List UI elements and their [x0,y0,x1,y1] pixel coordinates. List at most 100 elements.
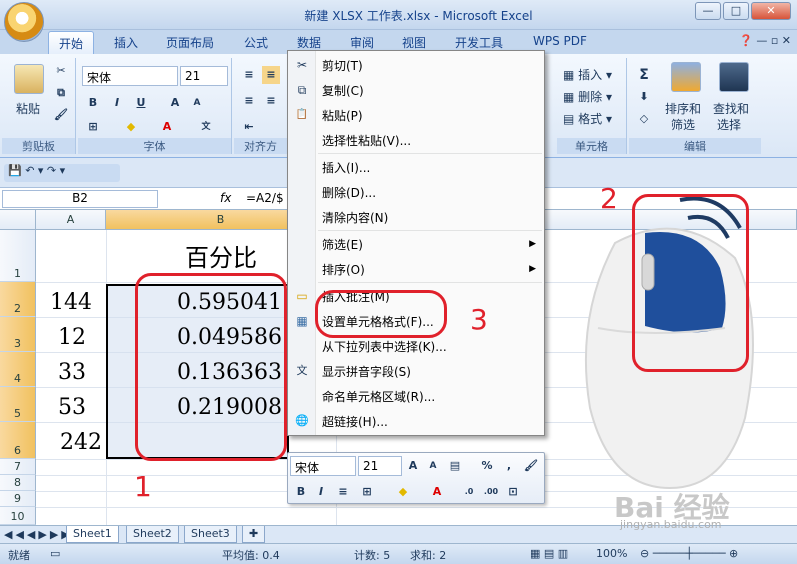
tab-developer[interactable]: 开发工具 [455,34,503,51]
bold-button[interactable]: B [84,94,102,112]
italic-button[interactable]: I [108,94,126,112]
tab-formulas[interactable]: 公式 [244,34,268,51]
mini-border-icon[interactable]: ⊞ [358,483,376,501]
shrink-font-button[interactable]: A [188,94,206,112]
close-button[interactable]: ✕ [751,2,791,20]
menu-item-pick-from-list[interactable]: 从下拉列表中选择(K)... [322,338,447,355]
view-normal-icon[interactable]: ▦ ▤ ▥ [530,547,568,560]
mini-comma-button[interactable]: , [500,457,518,475]
cut-icon[interactable]: ✂ [52,62,70,80]
row-header-10[interactable]: 10 [0,507,36,525]
macro-record-icon[interactable]: ▭ [50,547,60,560]
clear-icon[interactable]: ◇ [635,110,653,128]
cell-a3[interactable]: 12 [36,325,86,350]
tab-review[interactable]: 审阅 [350,34,374,51]
tab-insert[interactable]: 插入 [114,34,138,51]
mini-increase-decimal-icon[interactable]: .0 [460,483,478,501]
column-header-a[interactable]: A [36,210,106,230]
mini-percent-button[interactable]: % [478,457,496,475]
cell-a2[interactable]: 144 [36,290,92,315]
cell-a5[interactable]: 53 [36,395,86,420]
menu-item-paste[interactable]: 粘贴(P) [322,107,363,124]
mini-font-size-select[interactable]: 21 [358,456,402,476]
copy-icon[interactable]: ⧉ [52,84,70,102]
row-header-7[interactable]: 7 [0,459,36,475]
maximize-button[interactable]: □ [723,2,749,20]
quick-access-toolbar-2[interactable]: 💾 ↶ ▾ ↷ ▾ [4,164,120,182]
zoom-slider[interactable]: ⊖ ─────┼───── ⊕ [640,547,738,560]
menu-item-insert[interactable]: 插入(I)... [322,159,370,176]
sheet-tab-2[interactable]: Sheet2 [126,526,179,543]
format-painter-icon[interactable]: 🖌 [52,106,70,124]
row-header-8[interactable]: 8 [0,475,36,491]
minimize-button[interactable]: — [695,2,721,20]
tab-wps-pdf[interactable]: WPS PDF [533,34,587,48]
row-header-3[interactable]: 3 [0,317,36,352]
underline-button[interactable]: U [132,94,150,112]
row-header-1[interactable]: 1 [0,230,36,282]
mini-center-icon[interactable]: ≡ [334,483,352,501]
sheet-tab-1[interactable]: Sheet1 [66,526,119,543]
sheet-nav-buttons[interactable]: ◀◀◀▶▶▶ [4,528,73,541]
format-cells-button[interactable]: ▤ 格式 ▾ [563,110,612,127]
sort-filter-label-2[interactable]: 筛选 [671,116,695,133]
align-top-icon[interactable]: ≡ [240,66,258,84]
mini-cell-style-icon[interactable]: ▤ [446,457,464,475]
menu-item-hyperlink[interactable]: 超链接(H)... [322,413,388,430]
office-button[interactable] [4,2,44,42]
font-size-select[interactable]: 21 [180,66,228,86]
font-color-icon[interactable]: A [158,118,176,136]
sort-filter-icon[interactable] [671,62,701,92]
mini-grow-font-button[interactable]: A [404,457,422,475]
mini-shrink-font-button[interactable]: A [424,457,442,475]
row-header-6[interactable]: 6 [0,422,36,459]
mini-merge-icon[interactable]: ⊡ [504,483,522,501]
tab-page-layout[interactable]: 页面布局 [166,34,214,51]
find-select-label-1[interactable]: 查找和 [713,100,749,117]
paste-icon[interactable] [14,64,44,94]
cell-a6[interactable]: 242 [36,430,102,455]
phonetic-icon[interactable]: 文 [194,118,218,136]
cell-a4[interactable]: 33 [36,360,86,385]
mini-font-name-select[interactable]: 宋体 [290,456,356,476]
row-header-9[interactable]: 9 [0,491,36,507]
align-left-icon[interactable]: ≡ [240,92,258,110]
row-header-2[interactable]: 2 [0,282,36,317]
zoom-level[interactable]: 100% [596,547,627,560]
sheet-tab-3[interactable]: Sheet3 [184,526,237,543]
find-select-label-2[interactable]: 选择 [717,116,741,133]
menu-item-paste-special[interactable]: 选择性粘贴(V)... [322,132,411,149]
menu-item-filter[interactable]: 筛选(E) [322,236,363,253]
align-middle-icon[interactable]: ≡ [262,66,280,84]
select-all-corner[interactable] [0,210,36,230]
mini-decrease-decimal-icon[interactable]: .00 [482,483,500,501]
mini-bold-button[interactable]: B [292,483,310,501]
paste-label[interactable]: 粘贴 [16,100,40,117]
menu-item-clear-contents[interactable]: 清除内容(N) [322,209,388,226]
align-center-icon[interactable]: ≡ [262,92,280,110]
fx-icon[interactable]: fx [220,191,231,205]
row-header-4[interactable]: 4 [0,352,36,387]
tab-data[interactable]: 数据 [297,34,321,51]
menu-item-cut[interactable]: 剪切(T) [322,57,363,74]
menu-item-delete[interactable]: 删除(D)... [322,184,376,201]
help-icon[interactable]: ❓ — ▫ ✕ [739,34,791,47]
insert-sheet-icon[interactable]: ✚ [242,526,266,543]
insert-cells-button[interactable]: ▦ 插入 ▾ [563,66,612,83]
fill-color-icon[interactable]: ◆ [122,118,140,136]
sort-filter-label-1[interactable]: 排序和 [665,100,701,117]
formula-input[interactable]: =A2/$ [246,191,284,205]
font-name-select[interactable]: 宋体 [82,66,178,86]
mini-fill-color-icon[interactable]: ◆ [394,483,412,501]
row-header-5[interactable]: 5 [0,387,36,422]
binoculars-icon[interactable] [719,62,749,92]
fill-icon[interactable]: ⬇ [635,88,653,106]
mini-font-color-icon[interactable]: A [428,483,446,501]
mini-italic-button[interactable]: I [312,483,330,501]
menu-item-copy[interactable]: 复制(C) [322,82,364,99]
indent-icon[interactable]: ⇤ [240,118,258,136]
autosum-icon[interactable]: Σ [635,66,653,84]
tab-view[interactable]: 视图 [402,34,426,51]
border-icon[interactable]: ⊞ [84,118,102,136]
menu-item-define-name[interactable]: 命名单元格区域(R)... [322,388,435,405]
